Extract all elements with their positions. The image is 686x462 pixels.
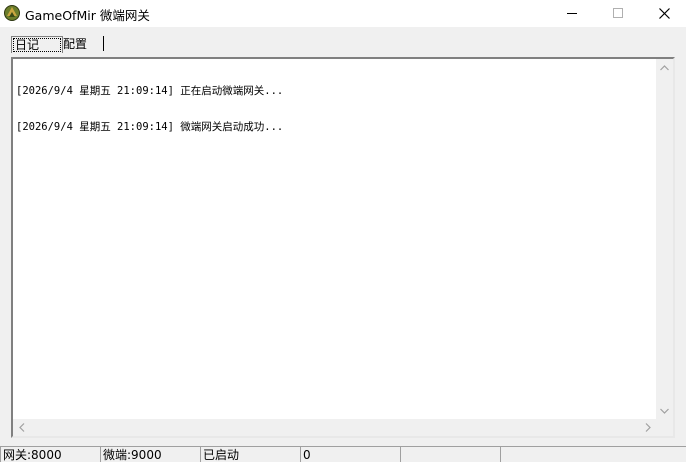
scrollbar-corner	[656, 419, 673, 436]
log-line: [2026/9/4 星期五 21:09:14] 微端网关启动成功...	[16, 121, 284, 133]
status-connections: 0	[300, 446, 400, 462]
minimize-icon	[566, 13, 577, 14]
tab-config[interactable]: 配置	[60, 36, 90, 52]
chevron-down-icon	[660, 408, 669, 414]
focus-rect	[13, 38, 61, 52]
tab-config-label: 配置	[63, 37, 88, 51]
log-panel[interactable]: [2026/9/4 星期五 21:09:14] 正在启动微端网关... [202…	[11, 57, 675, 438]
tab-separator	[103, 36, 104, 51]
status-extra-1	[400, 446, 500, 462]
tab-log[interactable]: 日记	[11, 36, 63, 53]
title-bar: GameOfMir 微端网关	[0, 0, 686, 27]
app-logo-icon	[4, 5, 20, 21]
minimize-button[interactable]	[549, 0, 595, 27]
chevron-up-icon	[660, 64, 669, 70]
horizontal-scrollbar[interactable]	[13, 419, 656, 436]
close-icon	[658, 8, 670, 19]
status-extra-2	[500, 446, 686, 462]
scroll-down-button[interactable]	[656, 402, 673, 419]
status-microclient-port: 微端:9000	[100, 446, 200, 462]
close-button[interactable]	[641, 0, 686, 27]
log-line: [2026/9/4 星期五 21:09:14] 正在启动微端网关...	[16, 85, 284, 97]
chevron-right-icon	[645, 423, 651, 432]
scroll-right-button[interactable]	[639, 419, 656, 436]
scroll-left-button[interactable]	[13, 419, 30, 436]
window-title: GameOfMir 微端网关	[25, 8, 150, 23]
status-state: 已启动	[200, 446, 300, 462]
scroll-up-button[interactable]	[656, 59, 673, 76]
vertical-scrollbar[interactable]	[656, 59, 673, 419]
maximize-icon	[612, 8, 623, 18]
maximize-button[interactable]	[595, 0, 641, 27]
log-list: [2026/9/4 星期五 21:09:14] 正在启动微端网关... [202…	[16, 61, 283, 157]
status-gateway-port: 网关:8000	[0, 446, 100, 462]
chevron-left-icon	[18, 423, 24, 432]
status-bar: 网关:8000 微端:9000 已启动 0	[0, 446, 686, 462]
